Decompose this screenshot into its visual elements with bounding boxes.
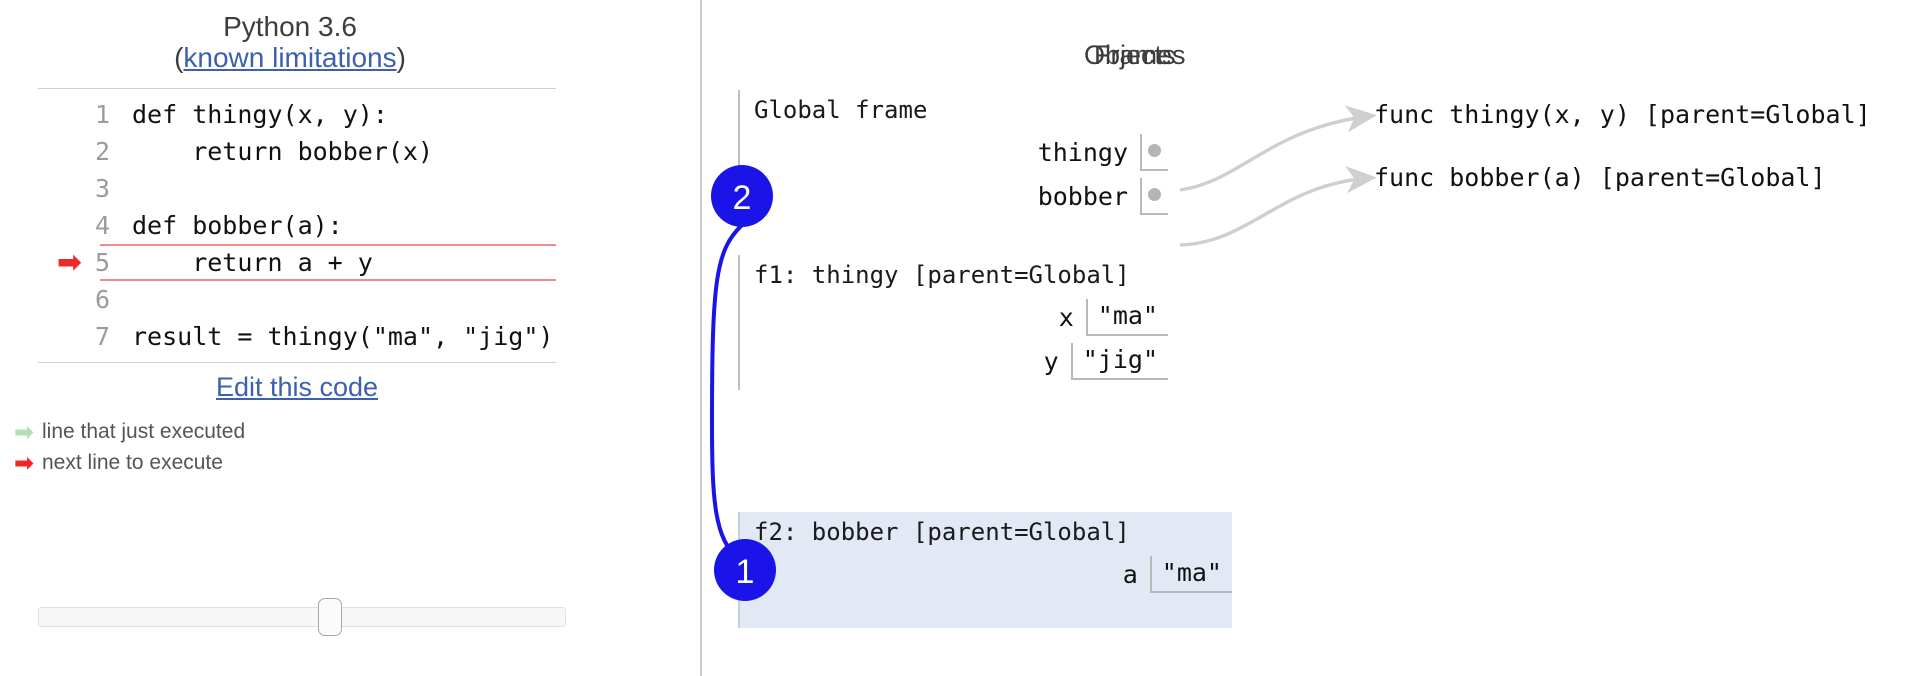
line-number: 3 <box>94 174 110 203</box>
code-line-text: return a + y <box>100 244 556 281</box>
variable-pointer-cell <box>1140 177 1168 215</box>
variable-name: y <box>1043 346 1059 376</box>
variable-row: x "ma" <box>740 295 1168 339</box>
frame-variables: a "ma" <box>740 552 1232 596</box>
frame-title: f1: thingy [parent=Global] <box>754 261 1130 289</box>
object-entry: func thingy(x, y) [parent=Global] <box>1374 100 1871 129</box>
legend-next-line-to-execute: ➡ next line to execute <box>14 451 223 475</box>
red-arrow-icon: ➡ <box>14 449 35 477</box>
pointer-dot-icon <box>1148 187 1161 201</box>
legend-next-label: next line to execute <box>42 451 223 474</box>
code-line-text: def bobber(a): <box>132 211 343 240</box>
variable-row: thingy <box>740 130 1168 174</box>
code-line-text: def thingy(x, y): <box>132 100 388 129</box>
line-number: 4 <box>94 211 110 240</box>
frame-box: f2: bobber [parent=Global] a "ma" <box>738 512 1232 628</box>
edit-code-wrap: Edit this code <box>0 372 594 403</box>
limitations-paren-open: ( <box>174 42 184 73</box>
code-line-3[interactable]: 3 <box>38 170 556 207</box>
variable-name: thingy <box>1037 137 1128 167</box>
pointer-dot-icon <box>1148 143 1161 157</box>
code-line-text: return bobber(x) <box>132 137 434 166</box>
frame-box: Global frame thingy bobber <box>738 90 1168 215</box>
line-number: 6 <box>94 285 110 314</box>
code-line-5[interactable]: ➡ 5 return a + y <box>38 244 556 281</box>
variable-value: "ma" <box>1085 298 1168 336</box>
variable-name: a <box>1122 559 1138 589</box>
variable-value: "jig" <box>1070 342 1168 380</box>
green-arrow-icon: ➡ <box>14 418 35 446</box>
python-version-label: Python 3.6 <box>223 11 357 42</box>
variable-row: bobber <box>740 174 1168 218</box>
code-line-2[interactable]: 2 return bobber(x) <box>38 133 556 170</box>
variable-value: "ma" <box>1149 555 1232 593</box>
code-line-7[interactable]: 7 result = thingy("ma", "jig") <box>38 318 556 355</box>
variable-row: y "jig" <box>740 339 1168 383</box>
limitations-paren-close: ) <box>396 42 406 73</box>
object-entry: func bobber(a) [parent=Global] <box>1374 163 1826 192</box>
next-line-pointer-icon: ➡ <box>38 244 88 280</box>
objects-heading: Objects <box>1084 40 1176 70</box>
code-line-6[interactable]: 6 <box>38 281 556 318</box>
frame-title: Global frame <box>754 96 928 124</box>
line-number: 7 <box>94 322 110 351</box>
variable-name: x <box>1058 302 1074 332</box>
line-number: 1 <box>94 100 110 129</box>
execution-slider-thumb[interactable] <box>318 598 342 636</box>
legend-line-just-executed: ➡ line that just executed <box>14 420 245 444</box>
line-number: 2 <box>94 137 110 166</box>
variable-name: bobber <box>1037 181 1128 211</box>
variable-row: a "ma" <box>740 552 1232 596</box>
code-line-4[interactable]: 4 def bobber(a): <box>38 207 556 244</box>
edit-this-code-link[interactable]: Edit this code <box>216 372 378 402</box>
execution-slider-track[interactable] <box>38 607 566 627</box>
frame-title: f2: bobber [parent=Global] <box>754 518 1130 546</box>
visualization-panel: Frames Objects Global frame thingy bobber f… <box>702 0 1918 676</box>
code-line-1[interactable]: 1 def thingy(x, y): <box>38 96 556 133</box>
red-arrow-icon: ➡ <box>56 244 82 280</box>
legend-executed-label: line that just executed <box>42 420 246 443</box>
code-listing: 1 def thingy(x, y): 2 return bobber(x) 3 4 de… <box>38 88 556 363</box>
frame-variables: x "ma" y "jig" <box>740 295 1168 383</box>
frame-box: f1: thingy [parent=Global] x "ma" y "jig" <box>738 255 1168 390</box>
frame-variables: thingy bobber <box>740 130 1168 218</box>
code-line-text: result = thingy("ma", "jig") <box>132 322 554 351</box>
variable-pointer-cell <box>1140 133 1168 171</box>
known-limitations-link[interactable]: known limitations <box>183 42 396 73</box>
known-limitations-line: (known limitations) <box>0 42 580 74</box>
code-panel: Python 3.6 (known limitations) 1 def thin… <box>0 0 700 676</box>
